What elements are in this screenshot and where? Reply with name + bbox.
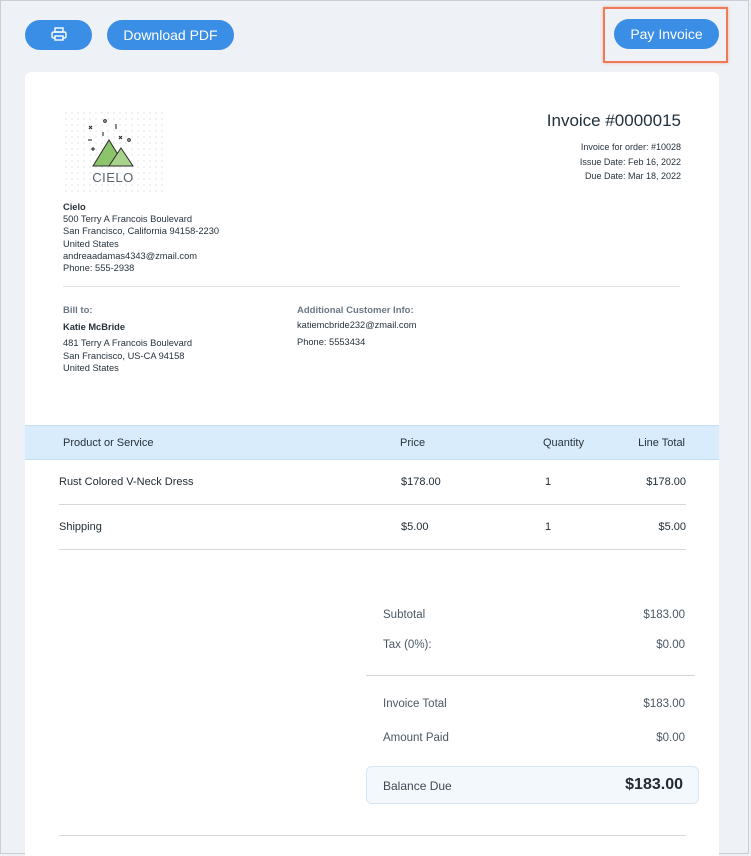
bill-to: Bill to: Katie McBride 481 Terry A Franc…: [63, 305, 192, 374]
row-price: $178.00: [401, 476, 441, 488]
additional-info-label: Additional Customer Info:: [297, 305, 414, 316]
subtotal-row: Subtotal $183.00: [383, 609, 685, 621]
company-name: Cielo: [63, 202, 86, 212]
totals-divider: [366, 675, 695, 676]
mountain-logo-icon: [88, 119, 134, 167]
pay-invoice-button[interactable]: Pay Invoice: [614, 19, 719, 49]
amount-paid-label: Amount Paid: [383, 732, 449, 744]
additional-customer-info: Additional Customer Info: katiemcbride23…: [297, 305, 417, 350]
invoice-card: CIELO Cielo 500 Terry A Francois Bouleva…: [25, 72, 719, 856]
row-total: $178.00: [646, 476, 686, 488]
print-button[interactable]: [25, 20, 92, 50]
customer-address-2: San Francisco, US-CA 94158: [63, 350, 185, 361]
customer-phone: Phone: 5553434: [297, 336, 366, 347]
row-price: $5.00: [401, 521, 429, 533]
invoice-total-row: Invoice Total $183.00: [383, 698, 685, 710]
row-quantity: 1: [545, 476, 552, 488]
balance-due-label: Balance Due: [383, 779, 452, 793]
company-country: United States: [63, 238, 119, 249]
company-email: andreaadamas4343@zmail.com: [63, 250, 197, 261]
table-row: Rust Colored V-Neck Dress $178.00 1 $178…: [59, 460, 686, 505]
tax-value: $0.00: [656, 639, 685, 651]
logo-text: CIELO: [92, 170, 134, 185]
balance-due-box: Balance Due $183.00: [366, 766, 699, 804]
table-header: Product or Service Price Quantity Line T…: [25, 425, 719, 460]
invoice-total-value: $183.00: [643, 698, 685, 710]
company-address-2: San Francisco, California 94158-2230: [63, 226, 220, 237]
toolbar: Download PDF Pay Invoice: [0, 0, 751, 70]
customer-name: Katie McBride: [63, 322, 125, 333]
due-date: Due Date: Mar 18, 2022: [584, 171, 681, 181]
invoice-meta: Invoice for order: #10028 Issue Date: Fe…: [580, 140, 681, 184]
row-quantity: 1: [545, 521, 552, 533]
bottom-divider: [59, 835, 686, 836]
table-row: Shipping $5.00 1 $5.00: [59, 505, 686, 550]
company-logo: CIELO: [63, 110, 165, 192]
invoice-total-label: Invoice Total: [383, 698, 447, 710]
issue-date: Issue Date: Feb 16, 2022: [579, 156, 681, 167]
row-product: Shipping: [59, 521, 102, 533]
subtotal-label: Subtotal: [383, 609, 426, 621]
company-phone: Phone: 555-2938: [63, 263, 135, 274]
invoice-title: Invoice #0000015: [546, 111, 681, 130]
amount-paid-value: $0.00: [656, 732, 685, 744]
header-quantity: Quantity: [543, 437, 584, 449]
download-pdf-button[interactable]: Download PDF: [107, 20, 234, 50]
customer-email: katiemcbride232@zmail.com: [297, 320, 417, 330]
subtotal-value: $183.00: [643, 609, 685, 621]
company-address-1: 500 Terry A Francois Boulevard: [63, 214, 193, 225]
tax-label: Tax (0%):: [383, 639, 432, 651]
amount-paid-row: Amount Paid $0.00: [383, 732, 685, 744]
tax-row: Tax (0%): $0.00: [383, 639, 685, 651]
header-price: Price: [400, 437, 426, 449]
printer-icon: [50, 26, 67, 44]
order-number: Invoice for order: #10028: [580, 142, 681, 152]
customer-address-1: 481 Terry A Francois Boulevard: [63, 338, 193, 349]
row-product: Rust Colored V-Neck Dress: [59, 476, 194, 488]
section-divider: [63, 286, 680, 287]
bill-to-label: Bill to:: [63, 305, 93, 316]
customer-country: United States: [63, 362, 119, 373]
header-product: Product or Service: [63, 437, 154, 449]
balance-due-value: $183.00: [625, 776, 683, 793]
row-total: $5.00: [658, 521, 686, 533]
company-info: Cielo 500 Terry A Francois Boulevard San…: [63, 201, 219, 274]
header-line-total: Line Total: [638, 437, 685, 449]
